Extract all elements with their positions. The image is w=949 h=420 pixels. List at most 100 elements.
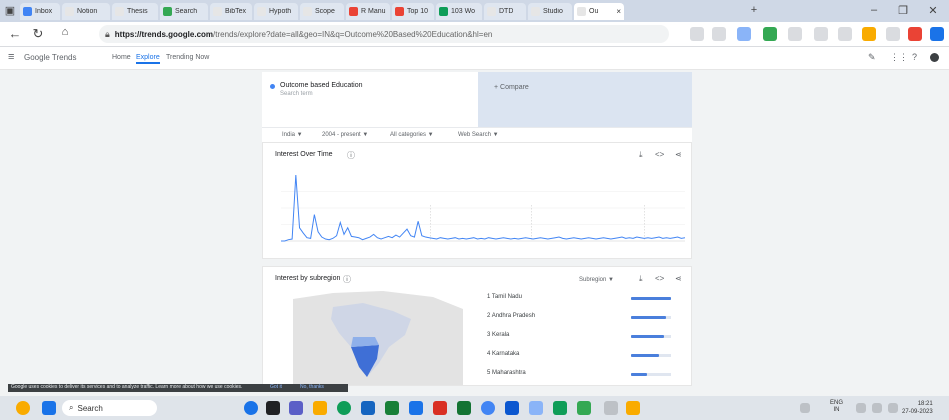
maximize-icon[interactable]: ❐ (895, 4, 911, 17)
help-icon[interactable]: ⓘ (347, 150, 355, 161)
browser-tab[interactable]: Top 10 (392, 3, 434, 20)
drive-icon[interactable] (577, 401, 591, 415)
browser-tab[interactable]: Hypoth (254, 3, 298, 20)
browser-tab[interactable]: Studio (528, 3, 572, 20)
edge-icon[interactable] (337, 401, 351, 415)
apps-grid-icon[interactable]: ⋮⋮ (890, 52, 908, 63)
window-menu-icon[interactable]: ▣ (2, 4, 18, 17)
zoom-icon[interactable] (712, 27, 726, 41)
store-icon[interactable] (505, 401, 519, 415)
collections-icon[interactable] (838, 27, 852, 41)
embed-icon[interactable]: <> (655, 150, 664, 159)
teams-icon[interactable] (289, 401, 303, 415)
tab-label: BibTex (225, 8, 247, 15)
volume-icon[interactable] (872, 403, 882, 413)
nav-explore[interactable]: Explore (136, 54, 160, 64)
battery-icon[interactable] (888, 403, 898, 413)
app-2-icon[interactable] (604, 401, 618, 415)
folder-icon[interactable] (626, 401, 640, 415)
nav-trending-now[interactable]: Trending Now (166, 54, 209, 61)
cookie-ok-button[interactable]: Got it (270, 384, 282, 390)
browser-tab[interactable]: Scope (300, 3, 344, 20)
share-icon[interactable]: ⋖ (675, 150, 682, 159)
refresh-icon[interactable]: ↻ (30, 26, 46, 42)
home-icon[interactable]: ⌂ (57, 26, 73, 38)
share-icon[interactable]: ⋖ (675, 274, 682, 283)
account-avatar[interactable] (930, 53, 939, 62)
taskbar-search[interactable]: ⌕ Search (62, 400, 157, 416)
subregion-title: Interest by subregion (275, 275, 341, 282)
subregion-sort-dropdown[interactable]: Subregion ▼ (579, 277, 614, 283)
start-icon[interactable] (42, 401, 56, 415)
file-explorer-icon[interactable] (313, 401, 327, 415)
help-icon[interactable]: ? (912, 52, 917, 62)
filter-region[interactable]: India ▼ (282, 132, 303, 138)
tab-label: Thesis (127, 8, 148, 15)
excel-icon[interactable] (385, 401, 399, 415)
weather-icon[interactable] (16, 401, 30, 415)
menu-icon[interactable]: ≡ (8, 51, 14, 63)
chrome-icon[interactable] (481, 401, 495, 415)
browser-tab[interactable]: Notion (62, 3, 110, 20)
feedback-icon[interactable]: ✎ (868, 52, 876, 63)
browser-tab[interactable]: R Manu (346, 3, 390, 20)
subregion-row[interactable]: 2 Andhra Pradesh (487, 312, 677, 324)
trends-logo[interactable]: Google Trends (24, 53, 76, 62)
wifi-icon[interactable] (856, 403, 866, 413)
refresh-extension-icon[interactable] (788, 27, 802, 41)
add-comparison[interactable]: + Compare (478, 72, 692, 127)
mail-icon[interactable] (361, 401, 375, 415)
close-tab-icon[interactable]: × (616, 7, 621, 16)
browser-tab[interactable]: BibTex (210, 3, 252, 20)
tab-label: DTD (499, 8, 514, 15)
filter-time[interactable]: 2004 - present ▼ (322, 132, 368, 138)
minimize-icon[interactable]: – (866, 4, 882, 16)
subregion-row[interactable]: 4 Karnataka (487, 350, 677, 362)
bing-icon[interactable] (930, 27, 944, 41)
app-icon[interactable] (457, 401, 471, 415)
browser-tab[interactable]: Search (160, 3, 208, 20)
extension-icon[interactable] (737, 27, 751, 41)
tab-favicon-icon (439, 7, 448, 16)
clock[interactable]: 18:21 27-09-2023 (902, 400, 933, 416)
india-map[interactable] (293, 289, 463, 386)
profile-icon[interactable] (886, 27, 900, 41)
tab-favicon-icon (115, 7, 124, 16)
downloads-icon[interactable] (862, 27, 876, 41)
media-icon[interactable] (553, 401, 567, 415)
download-icon[interactable]: ⤓ (639, 150, 643, 160)
favorites-icon[interactable] (814, 27, 828, 41)
help-icon[interactable]: ⓘ (343, 274, 351, 285)
subregion-row[interactable]: 3 Kerala (487, 331, 677, 343)
word-icon[interactable] (409, 401, 423, 415)
task-view-icon[interactable] (266, 401, 280, 415)
extension-red-icon[interactable] (908, 27, 922, 41)
language-indicator[interactable]: ENG IN (830, 400, 843, 414)
photos-icon[interactable] (529, 401, 543, 415)
chat-icon[interactable] (244, 401, 258, 415)
close-window-icon[interactable]: ✕ (925, 4, 941, 17)
embed-icon[interactable]: <> (655, 274, 664, 283)
new-tab-button[interactable]: + (746, 4, 762, 16)
address-bar[interactable]: 🔒︎ https://trends.google.com/trends/expl… (99, 25, 669, 43)
tray-chevron-icon[interactable] (800, 403, 810, 413)
browser-tab[interactable]: DTD (484, 3, 526, 20)
browser-tab[interactable]: Thesis (112, 3, 158, 20)
cookie-decline-button[interactable]: No, thanks (300, 384, 324, 390)
browser-tab[interactable]: Ou × (574, 3, 624, 20)
extension-grammar-icon[interactable] (763, 27, 777, 41)
browser-tab[interactable]: Inbox (20, 3, 60, 20)
filter-category[interactable]: All categories ▼ (390, 132, 434, 138)
search-term-card[interactable]: Outcome based Education Search term (262, 72, 478, 127)
powerpoint-icon[interactable] (433, 401, 447, 415)
filter-search-type[interactable]: Web Search ▼ (458, 132, 499, 138)
search-term-label: Outcome based Education (280, 82, 363, 89)
back-icon[interactable]: ← (7, 26, 23, 41)
read-aloud-icon[interactable] (690, 27, 704, 41)
browser-tab[interactable]: 103 Wo (436, 3, 482, 20)
nav-home[interactable]: Home (112, 54, 131, 61)
subregion-row[interactable]: 5 Maharashtra (487, 369, 677, 381)
subregion-row[interactable]: 1 Tamil Nadu (487, 293, 677, 305)
download-icon[interactable]: ⤓ (639, 274, 643, 284)
search-term-type: Search term (280, 91, 313, 97)
